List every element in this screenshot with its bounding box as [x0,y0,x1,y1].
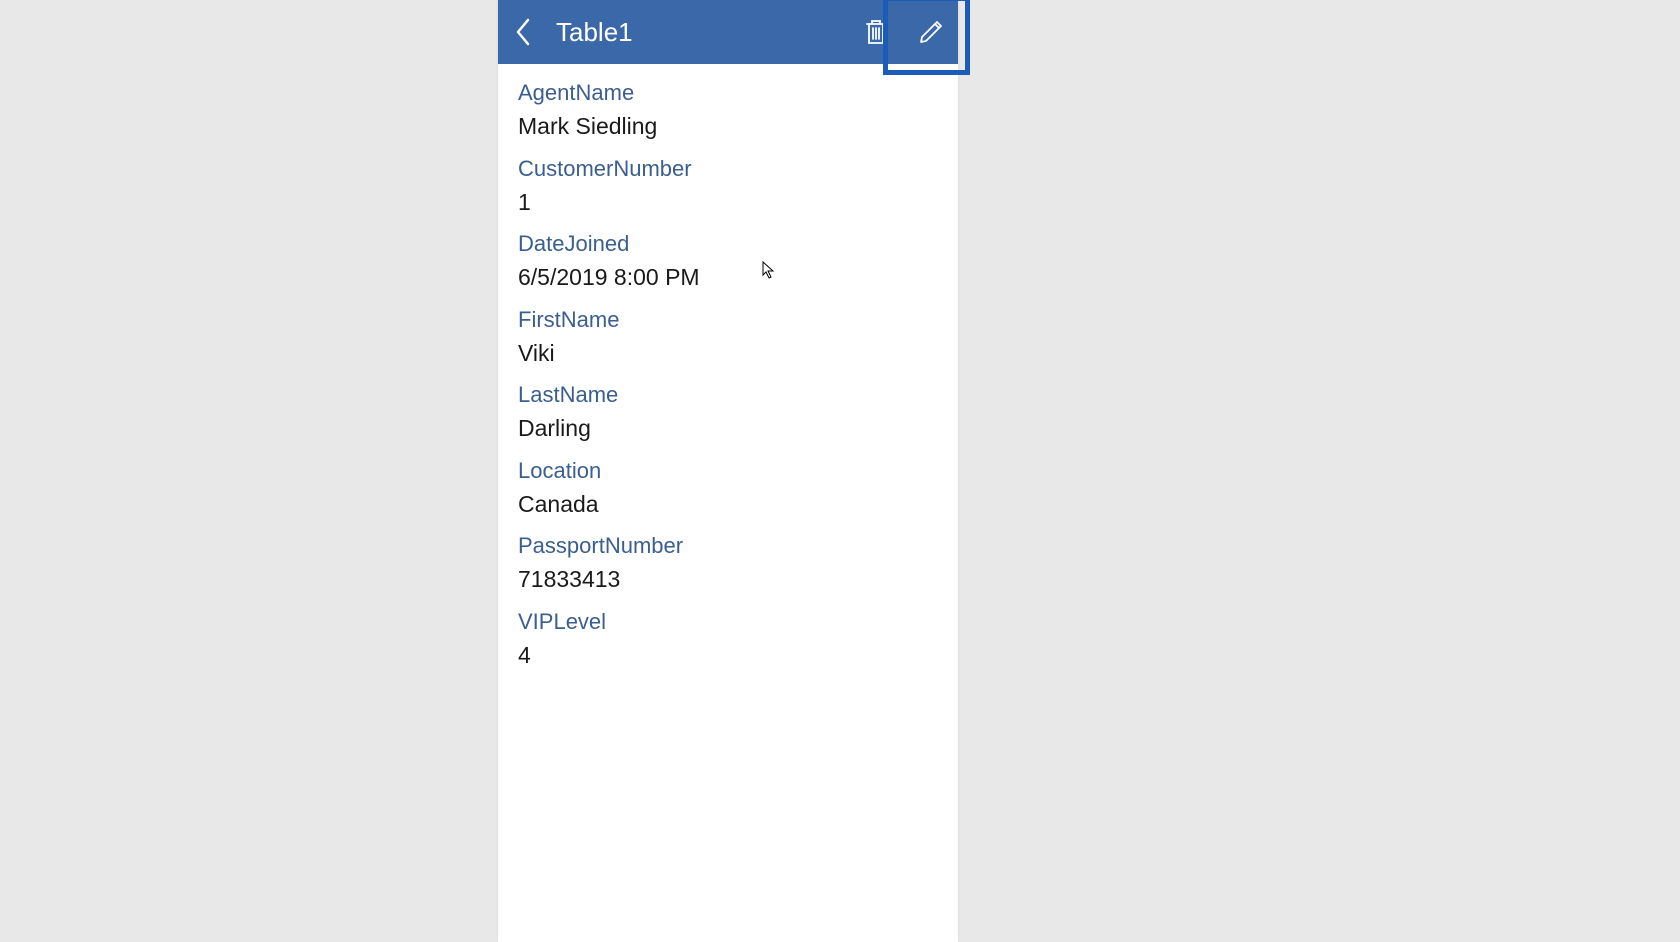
field-label: LastName [518,378,938,411]
back-button[interactable] [498,0,548,64]
header-bar: Table1 [498,0,958,64]
page-title: Table1 [556,17,633,48]
field-value: 1 [518,185,938,220]
field-customernumber: CustomerNumber 1 [518,152,938,220]
detail-content: AgentName Mark Siedling CustomerNumber 1… [498,64,958,692]
field-value: Canada [518,487,938,522]
field-value: 71833413 [518,562,938,597]
field-value: 6/5/2019 8:00 PM [518,260,938,295]
field-label: FirstName [518,303,938,336]
field-datejoined: DateJoined 6/5/2019 8:00 PM [518,227,938,295]
field-value: 4 [518,638,938,673]
field-agentname: AgentName Mark Siedling [518,76,938,144]
pencil-icon [918,19,944,45]
field-lastname: LastName Darling [518,378,938,446]
field-label: Location [518,454,938,487]
chevron-left-icon [515,18,531,46]
app-container: Table1 AgentName Mark Siedling CustomerN… [498,0,958,942]
field-label: PassportNumber [518,529,938,562]
field-label: AgentName [518,76,938,109]
header-actions [848,0,958,64]
field-value: Mark Siedling [518,109,938,144]
trash-icon [864,18,888,46]
field-label: DateJoined [518,227,938,260]
edit-button[interactable] [903,0,958,64]
field-value: Viki [518,336,938,371]
field-viplevel: VIPLevel 4 [518,605,938,673]
field-location: Location Canada [518,454,938,522]
field-firstname: FirstName Viki [518,303,938,371]
field-value: Darling [518,411,938,446]
field-label: VIPLevel [518,605,938,638]
field-passportnumber: PassportNumber 71833413 [518,529,938,597]
delete-button[interactable] [848,0,903,64]
field-label: CustomerNumber [518,152,938,185]
